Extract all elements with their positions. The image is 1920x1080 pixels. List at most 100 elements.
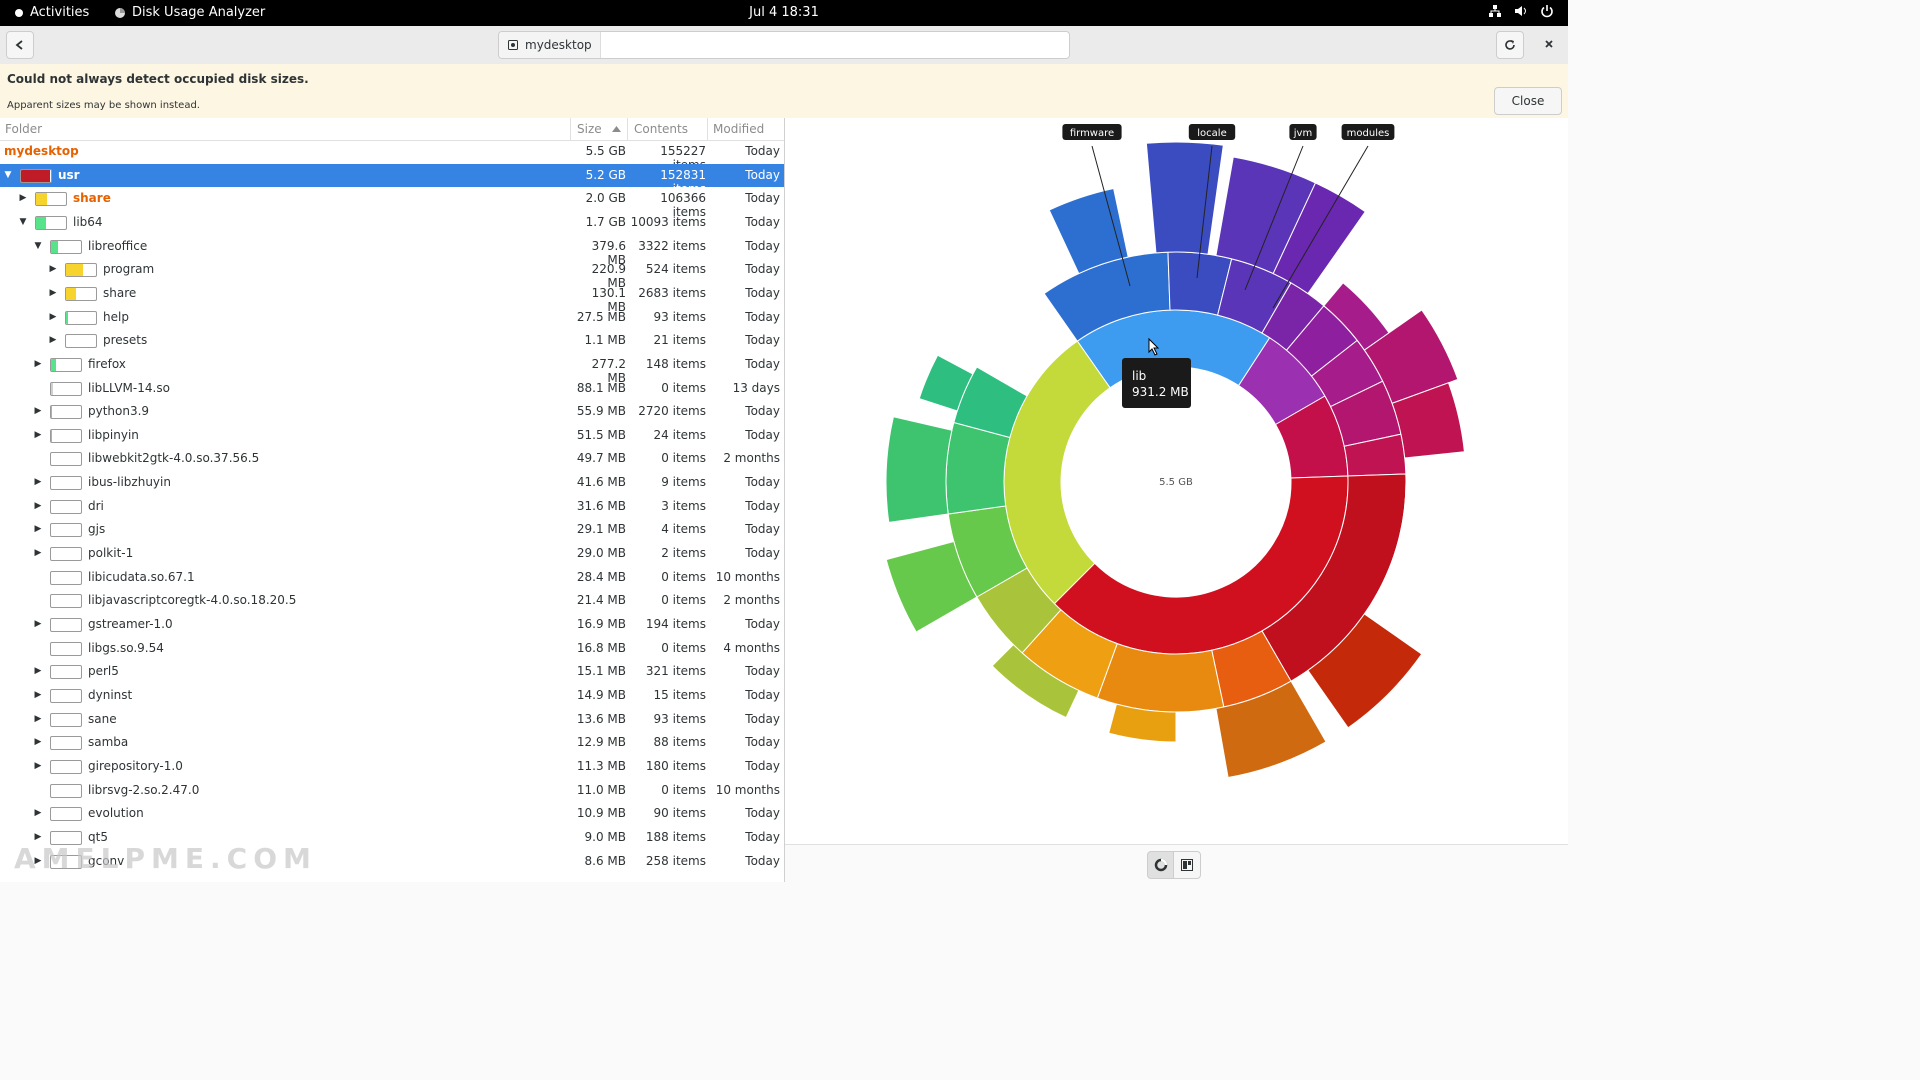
row-modified: Today: [745, 735, 780, 750]
folder-tree-view[interactable]: Folder Size Contents Modified mydesktop 5…: [0, 118, 785, 882]
infobar-close-button[interactable]: Close: [1494, 87, 1562, 115]
expander-closed-icon[interactable]: ▶: [47, 333, 59, 347]
table-row[interactable]: ▶ program 220.9 MB 524 items Today: [0, 258, 784, 290]
table-row[interactable]: ▶ share 130.1 MB 2683 items Today: [0, 282, 784, 314]
row-modified: Today: [745, 144, 780, 158]
treemap-view-button[interactable]: [1173, 851, 1201, 879]
table-row[interactable]: ▼ lib64 1.7 GB 10093 items Today: [0, 211, 784, 235]
expander-closed-icon[interactable]: ▶: [32, 664, 44, 678]
column-size[interactable]: Size: [577, 122, 602, 136]
expander-closed-icon[interactable]: ▶: [47, 262, 59, 276]
row-contents: 21 items: [653, 333, 706, 348]
treemap-chart-icon: [1181, 859, 1193, 871]
table-row[interactable]: libwebkit2gtk-4.0.so.37.56.5 49.7 MB 0 ite…: [0, 447, 784, 471]
expander-closed-icon[interactable]: ▶: [32, 522, 44, 536]
expander-open-icon[interactable]: ▼: [32, 239, 44, 253]
row-modified: Today: [745, 806, 780, 821]
table-row[interactable]: mydesktop5.5 GB155227 itemsToday: [0, 140, 784, 172]
back-button[interactable]: [6, 31, 34, 59]
row-folder-name: lib64: [73, 214, 103, 229]
table-row[interactable]: libjavascriptcoregtk-4.0.so.18.20.5 21.4 …: [0, 589, 784, 613]
row-folder-name: ibus-libzhuyin: [88, 475, 171, 490]
reload-button[interactable]: [1496, 31, 1524, 59]
table-row[interactable]: ▶ help 27.5 MB 93 items Today: [0, 306, 784, 330]
usage-bar: [50, 641, 82, 656]
rings-chart[interactable]: firmware locale jvm modules 5.5 GB lib 931.…: [785, 118, 1568, 844]
row-modified: Today: [745, 356, 780, 371]
row-folder-name: presets: [103, 333, 148, 348]
expander-closed-icon[interactable]: ▶: [32, 404, 44, 418]
location-chip[interactable]: mydesktop: [499, 32, 601, 58]
row-contents: 0 items: [661, 451, 706, 466]
volume-icon: [1515, 6, 1526, 16]
expander-closed-icon[interactable]: ▶: [32, 499, 44, 513]
table-row[interactable]: ▼ usr 5.2 GB 152831 items Today: [0, 163, 784, 196]
table-row[interactable]: ▶ evolution 10.9 MB 90 items Today: [0, 802, 784, 826]
expander-closed-icon[interactable]: ▶: [32, 357, 44, 371]
table-row[interactable]: ▶ sane 13.6 MB 93 items Today: [0, 708, 784, 732]
table-row[interactable]: libgs.so.9.54 16.8 MB 0 items 4 months: [0, 637, 784, 661]
table-row[interactable]: ▶ girepository-1.0 11.3 MB 180 items Today: [0, 755, 784, 779]
expander-closed-icon[interactable]: ▶: [32, 688, 44, 702]
ring-segment[interactable]: [885, 416, 953, 523]
window-close-button[interactable]: [1536, 31, 1562, 57]
table-row[interactable]: ▶ polkit-1 29.0 MB 2 items Today: [0, 542, 784, 566]
expander-closed-icon[interactable]: ▶: [32, 712, 44, 726]
location-bar[interactable]: mydesktop: [498, 31, 1070, 59]
expander-closed-icon[interactable]: ▶: [32, 617, 44, 631]
expander-closed-icon[interactable]: ▶: [32, 735, 44, 749]
table-row[interactable]: ▶ samba 12.9 MB 88 items Today: [0, 731, 784, 755]
ring-segment[interactable]: [1096, 642, 1225, 713]
usage-bar: [50, 405, 82, 420]
expander-closed-icon[interactable]: ▶: [32, 759, 44, 773]
location-label: mydesktop: [525, 38, 592, 52]
row-size: 11.3 MB: [576, 758, 626, 773]
table-row[interactable]: ▶ presets 1.1 MB 21 items Today: [0, 329, 784, 353]
power-icon: [1541, 5, 1553, 18]
table-row[interactable]: ▼ libreoffice 379.6 MB 3322 items Today: [0, 235, 784, 267]
row-size: 41.6 MB: [576, 475, 626, 490]
table-row[interactable]: ▶ dyninst 14.9 MB 15 items Today: [0, 684, 784, 708]
table-row[interactable]: ▶ ibus-libzhuyin 41.6 MB 9 items Today: [0, 471, 784, 495]
table-row[interactable]: libLLVM-14.so 88.1 MB 0 items 13 days: [0, 377, 784, 401]
rings-chart-area[interactable]: firmware locale jvm modules 5.5 GB lib 931.…: [785, 118, 1568, 844]
row-folder-name: samba: [88, 735, 129, 750]
column-contents[interactable]: Contents: [634, 122, 688, 136]
app-menu[interactable]: Disk Usage Analyzer: [114, 5, 265, 20]
expander-closed-icon[interactable]: ▶: [32, 428, 44, 442]
table-row[interactable]: ▶ libpinyin 51.5 MB 24 items Today: [0, 424, 784, 448]
expander-closed-icon[interactable]: ▶: [47, 310, 59, 324]
ring-segment[interactable]: [1145, 141, 1224, 255]
column-folder[interactable]: Folder: [5, 122, 42, 136]
row-contents: 24 items: [653, 427, 706, 442]
table-row[interactable]: ▶ gjs 29.1 MB 4 items Today: [0, 518, 784, 542]
column-modified[interactable]: Modified: [713, 122, 764, 136]
clock[interactable]: Jul 4 18:31: [749, 5, 819, 20]
expander-closed-icon[interactable]: ▶: [32, 806, 44, 820]
expander-closed-icon[interactable]: ▶: [47, 286, 59, 300]
expander-closed-icon[interactable]: ▶: [32, 475, 44, 489]
activities-button[interactable]: Activities: [14, 5, 89, 20]
close-icon: [1545, 40, 1553, 48]
expander-closed-icon[interactable]: ▶: [17, 191, 29, 205]
row-size: 29.1 MB: [576, 522, 626, 537]
table-row[interactable]: librsvg-2.so.2.47.0 11.0 MB 0 items 10 mont…: [0, 779, 784, 803]
rings-view-button[interactable]: [1147, 851, 1175, 879]
system-top-bar: Activities Disk Usage Analyzer Jul 4 18:…: [0, 0, 1568, 26]
table-row[interactable]: ▶ perl5 15.1 MB 321 items Today: [0, 660, 784, 684]
table-row[interactable]: ▶ gstreamer-1.0 16.9 MB 194 items Today: [0, 613, 784, 637]
row-size: 15.1 MB: [576, 664, 626, 679]
table-row[interactable]: libicudata.so.67.1 28.4 MB 0 items 10 month…: [0, 566, 784, 590]
table-row[interactable]: ▶ share 2.0 GB 106366 items Today: [0, 187, 784, 219]
segment-tooltip: lib 931.2 MB: [1122, 358, 1191, 408]
table-row[interactable]: ▶ firefox 277.2 MB 148 items Today: [0, 353, 784, 385]
row-modified: Today: [745, 758, 780, 773]
expander-open-icon[interactable]: ▼: [2, 168, 14, 182]
system-tray[interactable]: [1488, 4, 1554, 18]
ring-segment[interactable]: [945, 421, 1011, 515]
activities-label: Activities: [30, 5, 90, 20]
table-row[interactable]: ▶ dri 31.6 MB 3 items Today: [0, 495, 784, 519]
expander-closed-icon[interactable]: ▶: [32, 546, 44, 560]
expander-open-icon[interactable]: ▼: [17, 215, 29, 229]
table-row[interactable]: ▶ python3.9 55.9 MB 2720 items Today: [0, 400, 784, 424]
